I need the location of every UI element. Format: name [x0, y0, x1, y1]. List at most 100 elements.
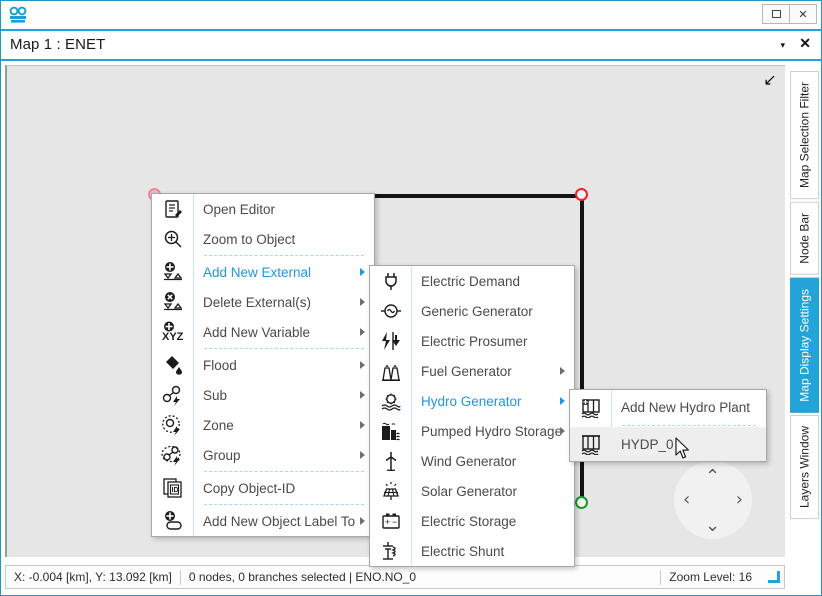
chevron-down-icon[interactable]: ▾	[780, 40, 785, 51]
submenu-item-generic-generator[interactable]: Generic Generator	[370, 296, 574, 326]
submenu-item-label: Wind Generator	[421, 453, 517, 469]
submenu-item-electric-prosumer[interactable]: Electric Prosumer	[370, 326, 574, 356]
document-title: Map 1 : ENET	[10, 36, 106, 53]
submenu-item-add-new-hydro-plant[interactable]: Add New Hydro Plant	[570, 390, 766, 424]
generic-gen-icon	[370, 296, 412, 326]
submenu-item-hydp-0[interactable]: HYDP_0	[570, 427, 766, 461]
submenu-item-label: Electric Prosumer	[421, 333, 528, 349]
plug-icon	[370, 266, 412, 296]
pumped-hydro-icon	[370, 416, 412, 446]
menu-item-delete-externals[interactable]: Delete External(s)	[152, 287, 374, 317]
node-top-right[interactable]	[575, 188, 588, 201]
sub-icon	[152, 380, 194, 410]
submenu-item-label: HYDP_0	[621, 436, 674, 452]
submenu-item-wind-generator[interactable]: Wind Generator	[370, 446, 574, 476]
solar-gen-icon	[370, 476, 412, 506]
svg-text:−: −	[392, 517, 397, 527]
submenu-item-solar-generator[interactable]: Solar Generator	[370, 476, 574, 506]
submenu-add-new-external[interactable]: Electric Demand Generic Generator Electr…	[369, 265, 575, 567]
menu-item-add-new-variable[interactable]: XYZ Add New Variable	[152, 317, 374, 347]
document-close-icon[interactable]: ✕	[799, 35, 811, 52]
title-bar: ✕	[1, 1, 821, 31]
submenu-item-electric-shunt[interactable]: Electric Shunt	[370, 536, 574, 566]
submenu-arrow-icon	[360, 268, 365, 276]
close-button[interactable]: ✕	[789, 4, 817, 24]
hydro-plant-icon	[570, 429, 612, 459]
menu-item-sub[interactable]: Sub	[152, 380, 374, 410]
pan-left-icon[interactable]: ‹	[683, 489, 690, 510]
submenu-item-fuel-generator[interactable]: Fuel Generator	[370, 356, 574, 386]
svg-text:+: +	[385, 517, 390, 527]
menu-item-label: Zoom to Object	[203, 231, 296, 247]
application-window: ✕ Map 1 : ENET ▾ ✕ ↙ ⌃ ⌄ ‹ › X: -0.004 […	[0, 0, 822, 596]
tab-layers-window[interactable]: Layers Window	[790, 415, 819, 520]
tab-map-selection-filter[interactable]: Map Selection Filter	[790, 71, 819, 200]
submenu-item-pumped-hydro-storage[interactable]: Pumped Hydro Storage	[370, 416, 574, 446]
menu-item-add-new-object-label-to[interactable]: Add New Object Label To	[152, 506, 374, 536]
menu-separator	[204, 504, 364, 505]
document-tab-bar: Map 1 : ENET ▾ ✕	[1, 31, 821, 61]
submenu-arrow-icon	[360, 328, 365, 336]
node-bottom-right[interactable]	[575, 496, 588, 509]
submenu-item-label: Solar Generator	[421, 483, 518, 499]
menu-item-label: Zone	[203, 417, 234, 433]
submenu-hydro-generator[interactable]: Add New Hydro Plant HYDP_0	[569, 389, 767, 462]
menu-item-add-new-external[interactable]: Add New External	[152, 257, 374, 287]
submenu-item-label: Generic Generator	[421, 303, 533, 319]
submenu-arrow-icon	[560, 427, 565, 435]
submenu-arrow-icon	[560, 367, 565, 375]
submenu-item-hydro-generator[interactable]: Hydro Generator	[370, 386, 574, 416]
add-xyz-icon: XYZ	[152, 317, 194, 347]
submenu-arrow-icon	[360, 451, 365, 459]
menu-item-zone[interactable]: Zone	[152, 410, 374, 440]
submenu-item-label: Electric Shunt	[421, 543, 505, 559]
submenu-item-electric-demand[interactable]: Electric Demand	[370, 266, 574, 296]
prosumer-icon	[370, 326, 412, 356]
menu-item-label: Sub	[203, 387, 228, 403]
tab-node-bar[interactable]: Node Bar	[790, 202, 819, 275]
right-tab-strip: Map Selection Filter Node Bar Map Displa…	[789, 63, 821, 595]
menu-item-group[interactable]: Group	[152, 440, 374, 470]
pan-navigation-pad[interactable]: ⌃ ⌄ ‹ ›	[674, 461, 752, 539]
menu-separator	[204, 348, 364, 349]
submenu-arrow-icon	[360, 517, 365, 525]
svg-text:ID: ID	[172, 487, 179, 494]
menu-item-copy-object-id[interactable]: ID Copy Object-ID	[152, 473, 374, 503]
status-right-group: Zoom Level: 16	[660, 569, 784, 585]
menu-item-zoom-to-object[interactable]: Zoom to Object	[152, 224, 374, 254]
menu-separator	[204, 471, 364, 472]
editor-icon	[152, 194, 194, 224]
menu-item-label: Delete External(s)	[203, 294, 312, 310]
submenu-arrow-icon	[360, 391, 365, 399]
shunt-icon	[370, 536, 412, 566]
add-external-icon	[152, 257, 194, 287]
svg-text:XYZ: XYZ	[162, 331, 184, 343]
add-label-icon	[152, 506, 194, 536]
add-hydro-plant-icon	[570, 392, 612, 422]
fuel-gen-icon	[370, 356, 412, 386]
resize-grip-icon[interactable]	[768, 571, 780, 583]
submenu-arrow-icon	[360, 298, 365, 306]
delete-external-icon	[152, 287, 194, 317]
menu-item-label: Copy Object-ID	[203, 480, 296, 496]
menu-item-label: Add New External	[203, 264, 312, 280]
tab-map-display-settings[interactable]: Map Display Settings	[790, 277, 819, 413]
wind-gen-icon	[370, 446, 412, 476]
pan-right-icon[interactable]: ›	[736, 489, 743, 510]
status-coordinates: X: -0.004 [km], Y: 13.092 [km]	[14, 570, 172, 584]
menu-item-flood[interactable]: Flood	[152, 350, 374, 380]
submenu-arrow-icon	[360, 361, 365, 369]
collapse-panel-icon[interactable]: ↙	[761, 72, 779, 90]
pan-up-icon[interactable]: ⌃	[705, 466, 720, 487]
submenu-item-electric-storage[interactable]: + − Electric Storage	[370, 506, 574, 536]
copy-id-icon: ID	[152, 473, 194, 503]
context-menu[interactable]: Open Editor Zoom to Object Add New Exter…	[151, 193, 375, 537]
menu-item-label: Add New Variable	[203, 324, 311, 340]
submenu-arrow-icon	[560, 397, 565, 405]
menu-item-label: Add New Object Label To	[203, 513, 356, 529]
restore-button[interactable]	[762, 4, 790, 24]
pan-down-icon[interactable]: ⌄	[705, 515, 720, 536]
submenu-item-label: Hydro Generator	[421, 393, 522, 409]
submenu-arrow-icon	[360, 421, 365, 429]
menu-item-open-editor[interactable]: Open Editor	[152, 194, 374, 224]
